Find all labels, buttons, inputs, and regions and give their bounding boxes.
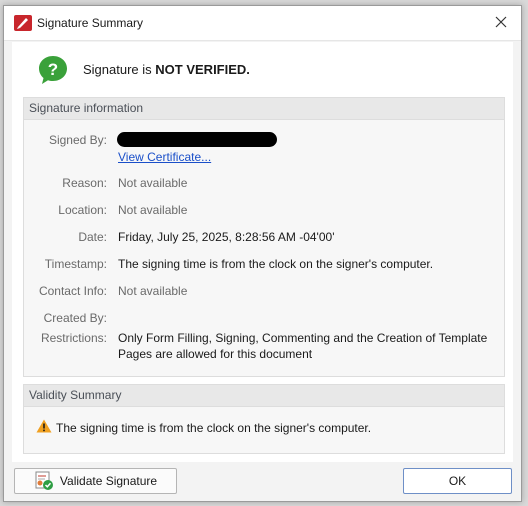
timestamp-label: Timestamp: (44, 257, 107, 271)
ok-label: OK (448, 474, 467, 488)
timestamp-value: The signing time is from the clock on th… (118, 257, 434, 271)
signature-status: Signature is NOT VERIFIED. (83, 62, 250, 77)
signature-information-group: Signature information Signed By: View Ce… (23, 97, 505, 377)
signature-information-header: Signature information (24, 98, 504, 120)
question-icon: ? (37, 54, 69, 86)
created-by-label: Created By: (43, 311, 107, 325)
reason-value: Not available (118, 176, 188, 190)
pdf-editor-icon (14, 15, 32, 31)
status-prefix: Signature is (83, 62, 152, 77)
signature-summary-dialog: Signature Summary ? Signature is NOT VER… (3, 5, 522, 502)
reason-label: Reason: (62, 176, 107, 190)
validate-signature-label: Validate Signature (59, 474, 158, 488)
validity-message: The signing time is from the clock on th… (56, 420, 372, 435)
restrictions-line-1: Only Form Filling, Signing, Commenting a… (118, 331, 488, 345)
close-button[interactable] (481, 6, 521, 40)
date-value: Friday, July 25, 2025, 8:28:56 AM -04'00… (118, 230, 335, 244)
signed-by-label: Signed By: (48, 133, 107, 147)
restrictions-line-2: Pages are allowed for this document (118, 347, 313, 361)
validity-summary-header: Validity Summary (24, 385, 504, 407)
location-value: Not available (118, 203, 188, 217)
redacted-signer-name (117, 132, 277, 147)
view-certificate-link[interactable]: View Certificate... (118, 150, 211, 164)
location-label: Location: (58, 203, 107, 217)
status-state: NOT VERIFIED. (155, 62, 250, 77)
title-bar: Signature Summary (4, 6, 521, 41)
dialog-content: ? Signature is NOT VERIFIED. Signature i… (12, 42, 513, 462)
contact-info-label: Contact Info: (38, 284, 107, 298)
close-icon (495, 16, 507, 31)
validate-signature-button[interactable]: Validate Signature (14, 468, 177, 494)
warning-icon (36, 419, 56, 436)
validity-message-row: The signing time is from the clock on th… (36, 419, 371, 436)
contact-info-value: Not available (118, 284, 188, 298)
date-label: Date: (78, 230, 107, 244)
svg-text:?: ? (48, 60, 58, 79)
ok-button[interactable]: OK (403, 468, 512, 494)
certificate-check-icon (34, 471, 54, 491)
restrictions-label: Restrictions: (40, 331, 107, 345)
window-title: Signature Summary (37, 16, 144, 30)
validity-summary-group: Validity Summary The signing time is fro… (23, 384, 505, 454)
